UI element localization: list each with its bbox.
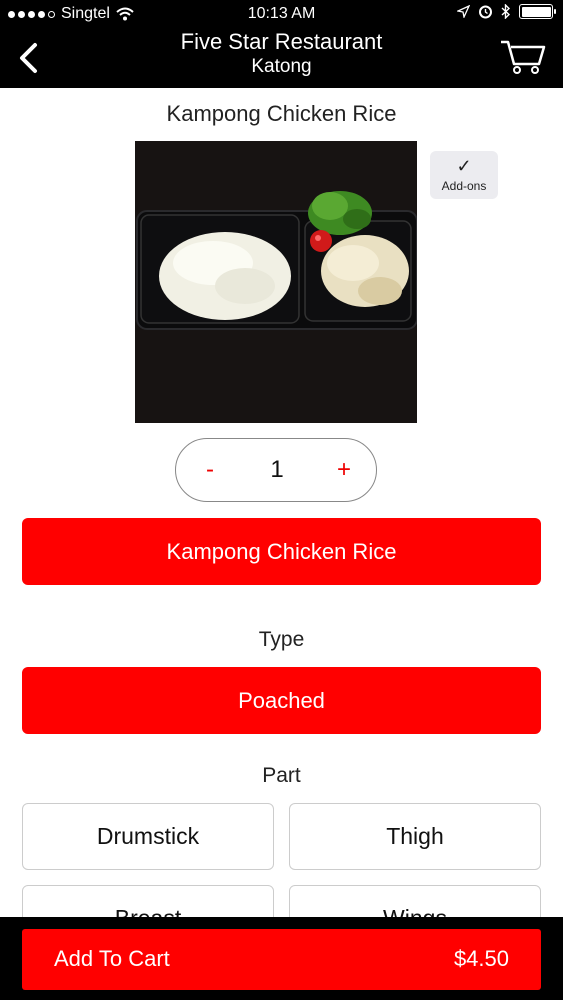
- cart-price: $4.50: [453, 946, 509, 971]
- restaurant-location: Katong: [251, 56, 312, 77]
- bluetooth-icon: [501, 4, 511, 19]
- item-title: Kampong Chicken Rice: [166, 101, 397, 126]
- location-arrow-icon: [457, 5, 470, 18]
- quantity-value: 1: [270, 456, 284, 483]
- alarm-icon: [479, 5, 492, 19]
- type-option-poached[interactable]: Poached: [22, 667, 541, 734]
- shopping-cart-icon: [501, 40, 546, 74]
- add-to-cart-label: Add To Cart: [54, 946, 170, 971]
- part-option-drumstick[interactable]: Drumstick: [22, 803, 274, 870]
- restaurant-name: Five Star Restaurant: [180, 29, 383, 54]
- addons-button[interactable]: ✓ Add-ons: [430, 151, 498, 199]
- item-variant-button[interactable]: Kampong Chicken Rice: [22, 518, 541, 585]
- increase-quantity-button[interactable]: +: [330, 455, 358, 485]
- item-photo: [135, 141, 417, 423]
- add-to-cart-button[interactable]: Add To Cart $4.50: [22, 929, 541, 990]
- type-section-label: Type: [258, 628, 305, 651]
- status-bar: Singtel 10:13 AM: [0, 0, 563, 28]
- bottom-bar: Add To Cart $4.50: [0, 917, 563, 1000]
- battery-icon: [519, 4, 556, 19]
- decrease-quantity-button[interactable]: -: [196, 455, 224, 485]
- cart-button[interactable]: [499, 36, 547, 76]
- part-section-label: Part: [262, 764, 301, 787]
- addons-label: Add-ons: [441, 179, 487, 193]
- top-bar: Singtel 10:13 AM Five Star Restaurant Ka…: [0, 0, 563, 88]
- checkmark-icon: ✓: [456, 156, 472, 176]
- back-button[interactable]: [10, 38, 46, 78]
- part-option-thigh[interactable]: Thigh: [289, 803, 541, 870]
- chevron-left-icon: [20, 43, 37, 73]
- quantity-stepper: - 1 +: [175, 438, 377, 502]
